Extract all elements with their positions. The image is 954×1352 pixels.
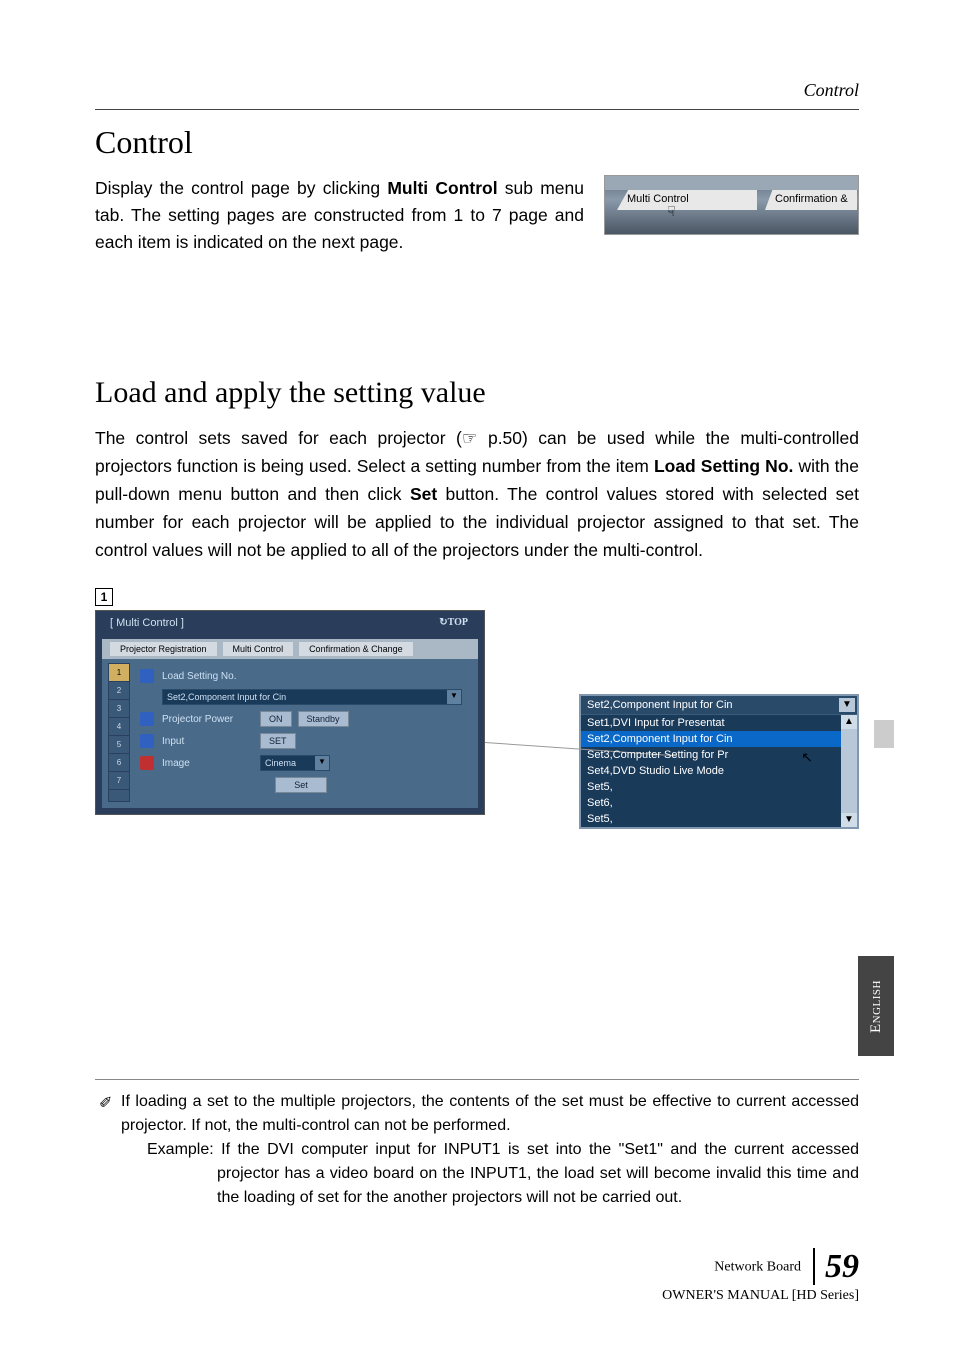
dropdown-item[interactable]: Set1,DVI Input for Presentat [581,715,857,731]
footnote-example: Example: If the DVI computer input for I… [121,1138,859,1210]
load-setting-dropdown[interactable]: Set2,Component Input for Cin▼ [162,689,462,705]
projector-power-label: Projector Power [162,714,252,725]
nav-2: 2 [109,682,129,700]
nav-7: 7 [109,772,129,790]
chevron-down-icon[interactable]: ▼ [447,690,461,704]
nav-6: 6 [109,754,129,772]
screenshots-container: 1 [ Multi Control ] ↻TOP Projector Regis… [95,594,859,829]
page-number: 59 [813,1248,859,1285]
chevron-down-icon[interactable]: ▼ [315,756,329,770]
dropdown-item[interactable]: Set4,DVD Studio Live Mode [581,763,857,779]
side-thumb-tab [874,720,894,748]
screenshot-main: [ Multi Control ] ↻TOP Projector Registr… [95,610,485,815]
page-badge: 1 [95,588,113,606]
heading-control: Control [95,124,859,161]
heading-load-apply: Load and apply the setting value [95,376,859,410]
dropdown-item[interactable]: Set3,Computer Setting for Pr [581,747,857,763]
body-paragraph: The control sets saved for each projecto… [95,424,859,564]
dropdown-item[interactable]: Set5, [581,811,857,827]
tab-projector-registration: Projector Registration [110,642,217,656]
power-icon [140,712,154,726]
screenshot-tabs: Projector Registration Multi Control Con… [102,639,478,659]
tab-confirmation-change: Confirmation & Change [299,642,413,656]
dropdown-screenshot: Set2,Component Input for Cin ▼ Set1,DVI … [579,694,859,829]
nav-1: 1 [109,664,129,682]
dropdown-selected[interactable]: Set2,Component Input for Cin ▼ [581,696,857,715]
scroll-down-icon[interactable]: ▼ [841,813,857,827]
power-standby-button[interactable]: Standby [298,711,349,727]
page-nav: 1 2 3 4 5 6 7 [108,663,130,802]
nav-5: 5 [109,736,129,754]
note-icon: ✐ [99,1092,112,1116]
top-refresh-icon: ↻TOP [439,617,468,628]
tab-multi-control: Multi Control [617,190,757,210]
load-icon [140,669,154,683]
scroll-up-icon[interactable]: ▲ [841,715,857,729]
input-icon [140,734,154,748]
dropdown-item-selected[interactable]: Set2,Component Input for Cin [581,731,857,747]
tab-screenshot: Multi Control Confirmation & ☟ [604,175,859,235]
image-icon [140,756,154,770]
divider-top [95,109,859,110]
window-title: [ Multi Control ] [110,617,184,629]
nav-3: 3 [109,700,129,718]
tab-multi-control-inner: Multi Control [223,642,294,656]
intro-paragraph: Display the control page by clicking Mul… [95,175,584,256]
load-setting-label: Load Setting No. [162,671,252,682]
header-section-label: Control [95,80,859,101]
power-on-button[interactable]: ON [260,711,292,727]
cursor-icon: ☟ [667,204,676,221]
input-label: Input [162,736,252,747]
tab-confirmation: Confirmation & [765,190,857,210]
dropdown-item[interactable]: Set5, [581,779,857,795]
footnote: ✐ If loading a set to the multiple proje… [95,1090,859,1210]
scrollbar[interactable]: ▲ ▼ [841,715,857,827]
cursor-icon: ↖ [801,749,813,766]
chevron-down-icon[interactable]: ▼ [839,698,855,712]
divider-bottom [95,1079,859,1080]
dropdown-list: Set1,DVI Input for Presentat Set2,Compon… [581,715,857,827]
image-label: Image [162,758,252,769]
set-button[interactable]: Set [275,777,327,793]
language-tab: English [858,956,894,1056]
image-dropdown[interactable]: Cinema▼ [260,755,330,771]
input-set-button[interactable]: SET [260,733,296,749]
nav-4: 4 [109,718,129,736]
page-footer: Network Board 59 OWNER'S MANUAL [HD Seri… [662,1248,859,1304]
dropdown-item[interactable]: Set6, [581,795,857,811]
